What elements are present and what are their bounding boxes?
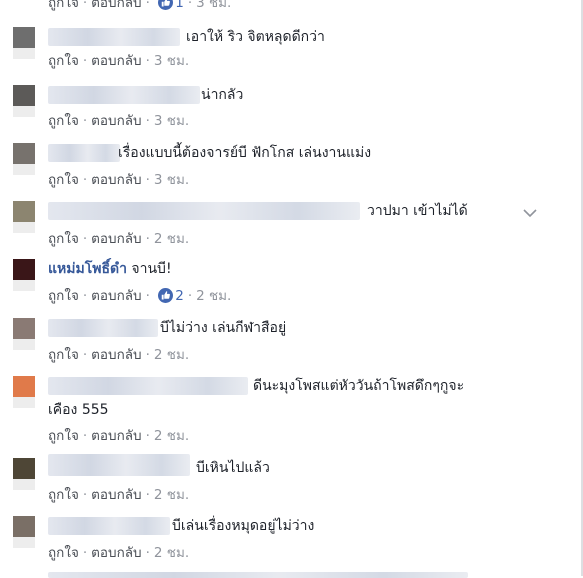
redacted-author bbox=[48, 86, 200, 104]
like-link[interactable]: ถูกใจ bbox=[48, 545, 79, 561]
comment-actions: ถูกใจ · ตอบกลับ · 2 ชม. bbox=[48, 231, 190, 247]
like-count: 1 bbox=[175, 0, 184, 11]
comment-text: บีเล่นเรื่องหมุดอยู่ไม่ว่าง bbox=[172, 518, 315, 534]
avatar[interactable] bbox=[13, 85, 35, 117]
comment-text: น่ากลัว bbox=[201, 87, 244, 103]
like-count: 2 bbox=[175, 288, 184, 304]
timestamp[interactable]: 3 ชม. bbox=[154, 172, 189, 188]
comment-actions: ถูกใจ · ตอบกลับ · 2 · 2 ชม. bbox=[48, 287, 231, 308]
timestamp[interactable]: 2 ชม. bbox=[154, 231, 189, 247]
reply-link[interactable]: ตอบกลับ bbox=[91, 428, 141, 444]
like-reaction-icon[interactable] bbox=[158, 0, 174, 15]
like-link[interactable]: ถูกใจ bbox=[48, 231, 79, 247]
comment-text: บีเหินไปแล้ว bbox=[196, 460, 270, 476]
avatar[interactable] bbox=[13, 201, 35, 233]
comment-actions: ถูกใจ · ตอบกลับ · 1 · 3 ชม. bbox=[48, 0, 231, 15]
reply-link[interactable]: ตอบกลับ bbox=[91, 113, 141, 129]
timestamp[interactable]: 2 ชม. bbox=[154, 347, 189, 363]
avatar[interactable] bbox=[13, 376, 35, 408]
comment-actions: ถูกใจ · ตอบกลับ · 2 ชม. bbox=[48, 347, 190, 363]
comment-text: บีไม่ว่าง เล่นกีฬาสือยู่ bbox=[160, 320, 287, 336]
timestamp[interactable]: 3 ชม. bbox=[196, 0, 231, 11]
reply-link[interactable]: ตอบกลับ bbox=[91, 288, 141, 304]
comment-actions: ถูกใจ · ตอบกลับ · 3 ชม. bbox=[48, 53, 190, 69]
like-link[interactable]: ถูกใจ bbox=[48, 288, 79, 304]
timestamp[interactable]: 2 ชม. bbox=[196, 288, 231, 304]
comment-actions: ถูกใจ · ตอบกลับ · 3 ชม. bbox=[48, 172, 190, 188]
redacted-next-comment bbox=[48, 572, 468, 578]
comment-text: แหม่มโพธิ์ดำ จานบี! bbox=[48, 259, 172, 279]
redacted-author bbox=[48, 319, 158, 337]
timestamp[interactable]: 3 ชม. bbox=[154, 113, 189, 129]
avatar[interactable] bbox=[13, 27, 35, 59]
like-reaction-icon[interactable] bbox=[158, 288, 174, 308]
like-link[interactable]: ถูกใจ bbox=[48, 53, 79, 69]
like-link[interactable]: ถูกใจ bbox=[48, 487, 79, 503]
redacted-author bbox=[48, 377, 248, 395]
comment-text: เรื่องแบบนี้ต้องจารย์บี ฟักโกส เล่นงานแม… bbox=[118, 145, 372, 161]
comment-actions: ถูกใจ · ตอบกลับ · 2 ชม. bbox=[48, 487, 190, 503]
redacted-author bbox=[48, 517, 170, 535]
avatar[interactable] bbox=[13, 458, 35, 490]
timestamp[interactable]: 3 ชม. bbox=[154, 53, 189, 69]
like-link[interactable]: ถูกใจ bbox=[48, 347, 79, 363]
redacted-author bbox=[48, 202, 360, 220]
comment-text: วาปมา เข้าไม่ได้ bbox=[367, 203, 468, 219]
comment-author[interactable]: แหม่มโพธิ์ดำ bbox=[48, 261, 127, 277]
reply-link[interactable]: ตอบกลับ bbox=[91, 347, 141, 363]
redacted-author bbox=[48, 144, 120, 162]
reply-link[interactable]: ตอบกลับ bbox=[91, 487, 141, 503]
reply-link[interactable]: ตอบกลับ bbox=[91, 0, 141, 11]
comment-text-line2: เคือง 555 bbox=[48, 402, 109, 418]
timestamp[interactable]: 2 ชม. bbox=[154, 545, 189, 561]
comment-actions: ถูกใจ · ตอบกลับ · 2 ชม. bbox=[48, 545, 190, 561]
like-link[interactable]: ถูกใจ bbox=[48, 0, 79, 11]
comment-text: เอาให้ ริว จิตหลุดดีกว่า bbox=[186, 29, 325, 45]
avatar[interactable] bbox=[13, 516, 35, 548]
comment-text: ดีนะมุงโพสแต่หัววันถ้าโพสดึกๆกูจะ bbox=[253, 378, 465, 394]
like-link[interactable]: ถูกใจ bbox=[48, 113, 79, 129]
reply-link[interactable]: ตอบกลับ bbox=[91, 172, 141, 188]
comment-actions: ถูกใจ · ตอบกลับ · 3 ชม. bbox=[48, 113, 190, 129]
like-link[interactable]: ถูกใจ bbox=[48, 172, 79, 188]
timestamp[interactable]: 2 ชม. bbox=[154, 487, 189, 503]
timestamp[interactable]: 2 ชม. bbox=[154, 428, 189, 444]
redacted-author bbox=[48, 454, 190, 476]
avatar[interactable] bbox=[13, 259, 35, 291]
reply-link[interactable]: ตอบกลับ bbox=[91, 231, 141, 247]
avatar[interactable] bbox=[13, 318, 35, 350]
reply-link[interactable]: ตอบกลับ bbox=[91, 545, 141, 561]
like-link[interactable]: ถูกใจ bbox=[48, 428, 79, 444]
redacted-author bbox=[48, 28, 180, 46]
reply-link[interactable]: ตอบกลับ bbox=[91, 53, 141, 69]
avatar[interactable] bbox=[13, 143, 35, 175]
chevron-down-icon[interactable] bbox=[521, 205, 539, 219]
comment-body: จานบี! bbox=[131, 261, 172, 277]
comment-actions: ถูกใจ · ตอบกลับ · 2 ชม. bbox=[48, 428, 190, 444]
